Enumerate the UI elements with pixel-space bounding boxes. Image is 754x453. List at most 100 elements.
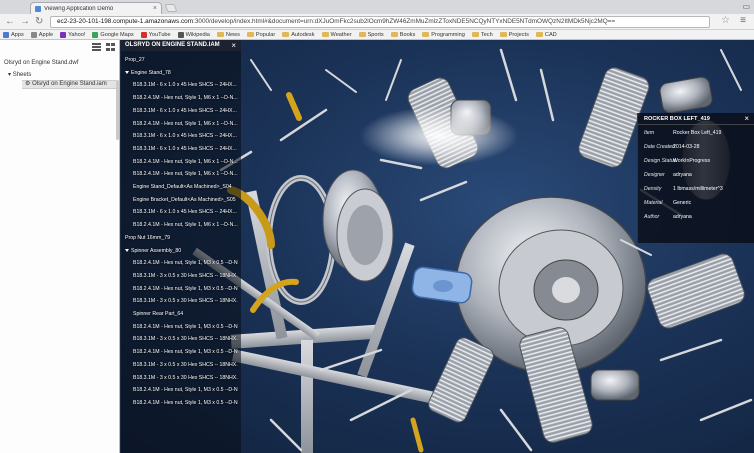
bookmark-item[interactable]: CAD <box>535 31 557 38</box>
document-name[interactable]: Olsryd on Engine Stand.dwf <box>4 60 78 66</box>
list-view-icon[interactable] <box>92 43 101 51</box>
tree-item[interactable]: B18.2.4.1M - Hex nut, Style 1, M3 x 0.5 … <box>133 260 238 266</box>
tree-item[interactable]: B18.2.4.1M - Hex nut, Style 1, M3 x 0.5 … <box>133 387 238 393</box>
tree-item[interactable]: Engine Bracket_Default<As Machined>_S05 <box>133 197 238 203</box>
property-row: Material Generic <box>644 200 691 206</box>
tree-item-label: B18.2.4.1M - Hex nut, Style 1, M3 x 0.5 … <box>133 399 238 406</box>
tree-item[interactable]: B18.3.1M - 6 x 1.0 x 45 Hex SHCS -- 24HX… <box>133 133 238 139</box>
3d-viewer[interactable]: OLSRYD ON ENGINE STAND.IAM × Prop_27 Engi… <box>121 40 754 453</box>
tree-item[interactable]: B18.2.4.1M - Hex nut, Style 1, M3 x 0.5 … <box>133 286 238 292</box>
tree-item-label: B18.3.1M - 3 x 0.5 x 30 Hex SHCS -- 18NH… <box>133 374 238 381</box>
model-tree-panel: OLSRYD ON ENGINE STAND.IAM × Prop_27 Engi… <box>121 40 241 453</box>
tree-item[interactable]: B18.2.4.1M - Hex nut, Style 1, M3 x 0.5 … <box>133 349 238 355</box>
tree-item[interactable]: Spinner Rear Part_64 <box>133 311 238 317</box>
model-tree-title: OLSRYD ON ENGINE STAND.IAM <box>125 42 220 48</box>
bookmark-label: Wikipedia <box>185 31 210 38</box>
tree-item[interactable]: B18.3.1M - 3 x 0.5 x 30 Hex SHCS -- 18NH… <box>133 362 238 368</box>
bookmark-item[interactable]: Autodesk <box>282 31 315 38</box>
property-key: Material <box>644 200 663 206</box>
browser-toolbar: ← → ↻ ec2-23-20-101-198.compute-1.amazon… <box>0 14 754 30</box>
folder-icon <box>422 32 430 37</box>
tree-item-label: B18.2.4.1M - Hex nut, Style 1, M3 x 0.5 … <box>133 387 238 394</box>
bookmark-item[interactable]: Weather <box>321 32 352 38</box>
folder-icon <box>390 32 398 37</box>
expand-triangle-icon[interactable] <box>125 248 129 252</box>
folder-icon <box>499 32 507 37</box>
bookmark-item[interactable]: Programming <box>422 32 465 38</box>
browser-tab-bar: Viewing Application Demo × ▭ <box>0 0 754 14</box>
model-browser-panel: Olsryd on Engine Stand.dwf ▾ Sheets ⚙ Ol… <box>0 40 120 453</box>
tree-item-label: B18.3.1M - 6 x 1.0 x 45 Hex SHCS -- 24HX… <box>133 82 237 89</box>
left-panel-scrollbar[interactable] <box>116 80 119 140</box>
sheets-label: Sheets <box>12 72 32 78</box>
tree-item[interactable]: B18.3.1M - 6 x 1.0 x 45 Hex SHCS -- 24HX… <box>133 146 238 152</box>
bookmark-item[interactable]: Apple <box>30 31 53 38</box>
tree-item[interactable]: B18.3.1M - 6 x 1.0 x 45 Hex SHCS -- 24HX… <box>133 82 238 88</box>
tree-item[interactable]: B18.2.4.1M - Hex nut, Style 1, M3 x 0.5 … <box>133 324 238 330</box>
tree-item[interactable]: B18.3.1M - 6 x 1.0 x 45 Hex SHCS -- 24HX… <box>133 108 238 114</box>
model-tree-close-icon[interactable]: × <box>231 40 236 51</box>
tree-item[interactable]: B18.2.4.1M - Hex nut, Style 1, M3 x 0.5 … <box>133 400 238 406</box>
property-row: Item Rocker Box Left_419 <box>644 130 721 136</box>
bookmark-label: Projects <box>508 31 529 38</box>
tree-item-label: B18.2.4.1M - Hex nut, Style 1, M6 x 1 --… <box>133 222 238 229</box>
bookmark-item[interactable]: Sports <box>358 32 384 38</box>
tree-item[interactable]: B18.3.1M - 6 x 1.0 x 45 Hex SHCS -- 24HX… <box>133 209 238 215</box>
window-restore-icon[interactable]: ▭ <box>742 2 750 11</box>
tree-item[interactable]: Prop_27 <box>125 57 237 63</box>
bookmark-item[interactable]: Tech <box>471 32 493 38</box>
bookmark-item[interactable]: Yahoo! <box>60 31 85 38</box>
bookmark-item[interactable]: YouTube <box>140 31 171 38</box>
sheet-gear-icon: ⚙ <box>25 81 31 87</box>
bookmark-item[interactable]: Books <box>390 32 415 38</box>
new-tab-button[interactable] <box>164 4 178 12</box>
tree-item[interactable]: B18.3.1M - 3 x 0.5 x 30 Hex SHCS -- 18NH… <box>133 298 238 304</box>
tree-item[interactable]: B18.2.4.1M - Hex nut, Style 1, M6 x 1 --… <box>133 95 238 101</box>
bookmark-item[interactable]: Wikipedia <box>177 31 210 38</box>
bookmark-item[interactable]: News <box>216 32 240 38</box>
tree-item-label: B18.3.1M - 6 x 1.0 x 45 Hex SHCS -- 24HX… <box>133 209 237 216</box>
maps-icon <box>92 31 99 38</box>
property-value: 2014-03-28 <box>673 144 700 150</box>
browser-tab[interactable]: Viewing Application Demo × <box>30 2 162 14</box>
reload-icon[interactable]: ↻ <box>35 16 43 28</box>
bookmark-label: CAD <box>544 31 557 38</box>
grid-view-icon[interactable] <box>106 43 115 51</box>
tab-close-icon[interactable]: × <box>153 5 157 12</box>
tree-item[interactable]: B18.3.1M - 3 x 0.5 x 30 Hex SHCS -- 18NH… <box>133 375 238 381</box>
property-row: Density 1 lbmass/millimeter^3 <box>644 186 723 192</box>
sheet-item[interactable]: ⚙ Olsryd on Engine Stand.iam <box>22 80 116 89</box>
tree-item[interactable]: B18.2.4.1M - Hex nut, Style 1, M6 x 1 --… <box>133 171 238 177</box>
tree-item[interactable]: B18.2.4.1M - Hex nut, Style 1, M6 x 1 --… <box>133 121 238 127</box>
tree-item[interactable]: Spinner Assembly_80 <box>125 248 237 254</box>
property-value: adryana <box>673 214 692 220</box>
sheets-node[interactable]: ▾ Sheets <box>8 71 31 78</box>
collapse-arrow-icon[interactable]: ▾ <box>8 72 11 78</box>
tree-item[interactable]: Engine Stand_Default<As Machined>_S04 <box>133 184 238 190</box>
back-icon[interactable]: ← <box>5 16 15 28</box>
expand-triangle-icon[interactable] <box>125 70 129 74</box>
tree-item-label: B18.3.1M - 3 x 0.5 x 30 Hex SHCS -- 18NH… <box>133 361 238 368</box>
bookmark-item[interactable]: Apps <box>3 31 24 38</box>
browser-menu-icon[interactable]: ≡ <box>740 16 746 26</box>
tree-item-label: B18.2.4.1M - Hex nut, Style 1, M3 x 0.5 … <box>133 349 238 356</box>
tree-item[interactable]: B18.3.1M - 3 x 0.5 x 30 Hex SHCS -- 18NH… <box>133 336 238 342</box>
tree-item[interactable]: B18.2.4.1M - Hex nut, Style 1, M6 x 1 --… <box>133 222 238 228</box>
bookmark-label: Autodesk <box>291 31 315 38</box>
tree-item[interactable]: Prop Nut 16mm_79 <box>125 235 237 241</box>
property-key: Design Status <box>644 158 677 164</box>
folder-icon <box>282 32 290 37</box>
bookmark-item[interactable]: Popular <box>246 32 275 38</box>
tree-item[interactable]: B18.2.4.1M - Hex nut, Style 1, M6 x 1 --… <box>133 159 238 165</box>
tree-item[interactable]: B18.3.1M - 3 x 0.5 x 30 Hex SHCS -- 18NH… <box>133 273 238 279</box>
property-key: Date Created <box>644 144 675 150</box>
folder-icon <box>358 32 366 37</box>
bookmark-item[interactable]: Google Maps <box>92 31 134 38</box>
bookmark-item[interactable]: Projects <box>499 31 529 38</box>
bookmark-star-icon[interactable]: ☆ <box>721 15 730 26</box>
forward-icon[interactable]: → <box>20 16 30 28</box>
tree-item[interactable]: Engine Stand_78 <box>125 70 237 76</box>
address-bar[interactable]: ec2-23-20-101-198.compute-1.amazonaws.co… <box>50 16 710 28</box>
properties-close-icon[interactable]: × <box>744 113 749 125</box>
property-row: Design StatusWorkInProgress <box>644 158 710 164</box>
